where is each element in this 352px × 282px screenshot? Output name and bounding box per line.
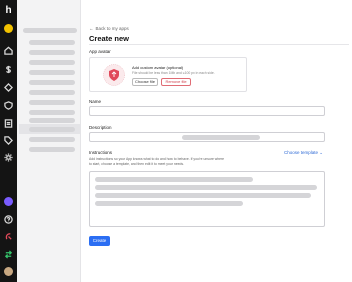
instructions-hint-line2: to start, choose a template, and then ed… [89, 162, 184, 166]
arrow-left-icon: ← [89, 26, 94, 31]
workspace-badge-icon[interactable] [4, 24, 13, 33]
main-content: ← Back to my apps Create new App avatar … [81, 0, 352, 282]
instructions-text-line [95, 177, 253, 182]
help-icon[interactable] [4, 215, 13, 224]
user-avatar-icon[interactable] [4, 267, 13, 276]
sidebar-item[interactable] [29, 90, 75, 95]
document-icon[interactable] [4, 119, 13, 128]
description-label: Description [89, 125, 112, 130]
instructions-text-line [95, 185, 317, 190]
sidebar-item[interactable] [29, 40, 75, 45]
shield-icon[interactable] [4, 101, 13, 110]
back-link-label: Back to my apps [95, 26, 129, 31]
integration-icon[interactable] [4, 232, 13, 241]
choose-template-link[interactable]: Choose template ⌄ [284, 150, 323, 156]
instructions-textarea[interactable] [89, 171, 325, 227]
chevron-down-icon: ⌄ [319, 150, 324, 155]
sidebar-item[interactable] [29, 70, 75, 75]
logo: h [5, 5, 12, 16]
description-placeholder-text [182, 135, 260, 140]
diamond-icon[interactable] [4, 83, 13, 92]
instructions-label: Instructions [89, 150, 113, 155]
sidebar-item[interactable] [29, 137, 75, 142]
sidebar-item[interactable] [29, 110, 75, 115]
avatar-upload-box: Add custom avatar (optional) File should… [89, 57, 247, 92]
divider [89, 44, 349, 45]
description-field[interactable] [89, 132, 325, 142]
settings-icon[interactable] [4, 153, 13, 162]
icon-rail: h [0, 0, 17, 282]
purple-app-icon[interactable] [4, 197, 13, 206]
secondary-sidebar [17, 0, 81, 282]
choose-file-button[interactable]: Choose file [132, 78, 158, 86]
sidebar-item[interactable] [29, 60, 75, 65]
avatar-upload-title: Add custom avatar (optional) [132, 65, 184, 70]
back-link[interactable]: ← Back to my apps [89, 26, 129, 31]
name-label: Name [89, 99, 102, 104]
app-window: h ← Back to my apps Create new App avata… [0, 0, 352, 282]
sidebar-item[interactable] [29, 118, 75, 123]
tag-icon[interactable] [4, 136, 13, 145]
sidebar-item[interactable] [29, 147, 75, 152]
home-icon[interactable] [4, 46, 13, 55]
sidebar-item[interactable] [29, 80, 75, 85]
avatar-placeholder-icon [103, 64, 125, 86]
choose-template-label: Choose template [284, 150, 319, 155]
instructions-text-line [95, 193, 311, 198]
avatar-upload-hint: File should be less than 1Mb and ≤100 px… [132, 71, 215, 75]
sidebar-item[interactable] [29, 50, 75, 55]
name-field[interactable] [89, 106, 325, 116]
exchange-icon[interactable] [4, 250, 13, 259]
app-avatar-label: App avatar [89, 49, 111, 54]
create-button[interactable]: Create [89, 236, 110, 246]
sidebar-item[interactable] [29, 100, 75, 105]
sidebar-item[interactable] [29, 127, 75, 132]
page-title: Create new [89, 34, 130, 43]
sidebar-header-placeholder [23, 28, 77, 33]
dollar-icon[interactable] [4, 65, 13, 74]
instructions-text-line [95, 201, 243, 206]
remove-file-button[interactable]: Remove file [161, 78, 191, 86]
